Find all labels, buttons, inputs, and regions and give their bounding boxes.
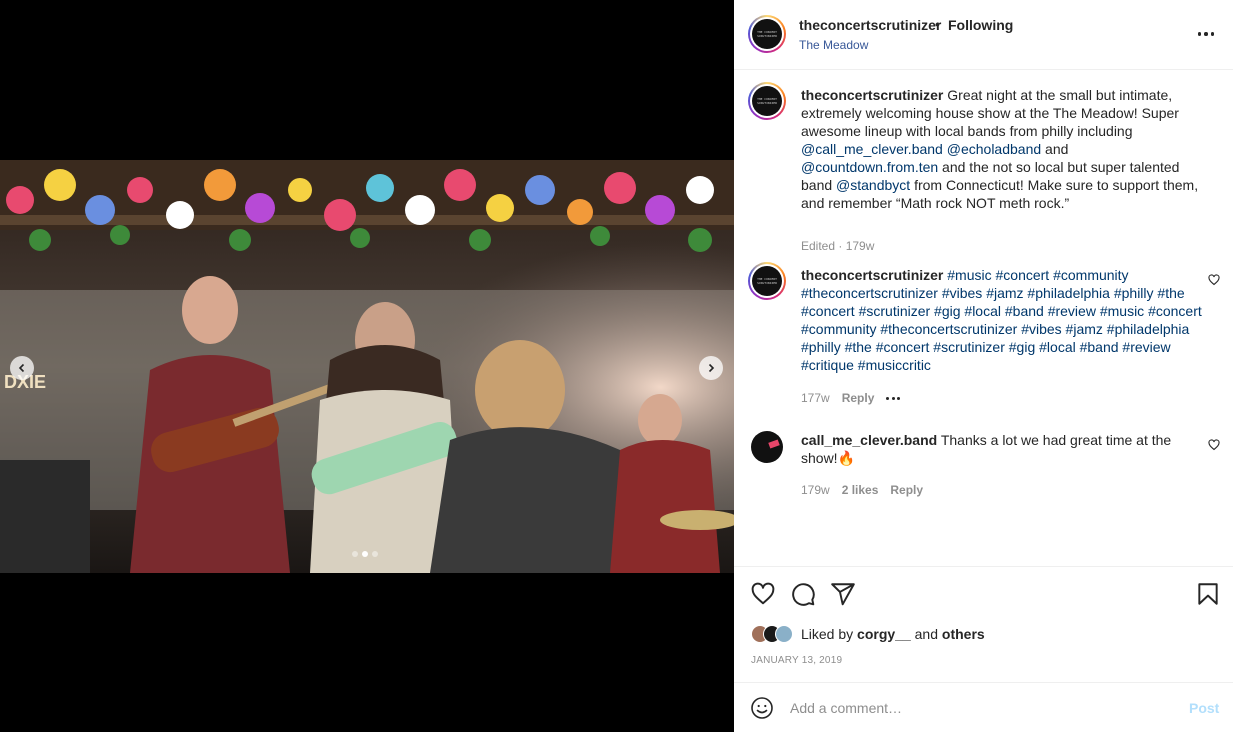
post-photo[interactable]: DXIE — [0, 160, 734, 573]
comment-avatar[interactable] — [751, 431, 783, 463]
more-options-button[interactable] — [1196, 26, 1216, 42]
chevron-left-icon — [18, 363, 25, 373]
carousel-dot — [372, 551, 378, 557]
post-comment-button[interactable]: Post — [1189, 700, 1219, 716]
next-photo-button[interactable] — [699, 356, 723, 380]
comment-item: THE CONCERT SCRUTINIZER theconcertscruti… — [734, 262, 1233, 412]
comment-text: theconcertscrutinizer #music #concert #c… — [801, 266, 1209, 374]
likes-others-link[interactable]: others — [942, 626, 985, 642]
caption-meta: Edited · 179w — [801, 239, 875, 253]
mention-link[interactable]: @call_me_clever.band — [801, 141, 943, 157]
carousel-dot-active — [362, 551, 368, 557]
media-pane: DXIE — [0, 0, 734, 732]
liker-username[interactable]: corgy__ — [857, 626, 911, 642]
reply-button[interactable]: Reply — [890, 483, 923, 497]
comment-username[interactable]: call_me_clever.band — [801, 432, 937, 448]
post-header: THE CONCERT SCRUTINIZER theconcertscruti… — [734, 0, 1233, 70]
like-comment-heart-icon[interactable] — [1208, 274, 1220, 286]
liked-by-text: Liked by corgy__ and others — [801, 626, 985, 642]
carousel-dot — [352, 551, 358, 557]
liked-by: Liked by corgy__ and others — [751, 624, 985, 644]
reply-button[interactable]: Reply — [842, 391, 875, 405]
comment-username[interactable]: theconcertscrutinizer — [801, 267, 943, 283]
previous-photo-button[interactable] — [10, 356, 34, 380]
location-link[interactable]: The Meadow — [799, 38, 868, 52]
post-side-panel: THE CONCERT SCRUTINIZER theconcertscruti… — [734, 0, 1233, 732]
post-actions: Liked by corgy__ and others JANUARY 13, … — [734, 566, 1233, 682]
comments-section: THE CONCERT SCRUTINIZER theconcertscruti… — [734, 70, 1233, 566]
chevron-right-icon — [708, 363, 715, 373]
comment-likes[interactable]: 2 likes — [842, 483, 879, 497]
post-date[interactable]: JANUARY 13, 2019 — [751, 655, 842, 666]
share-icon[interactable] — [830, 581, 856, 607]
comment-icon[interactable] — [790, 581, 816, 607]
mention-link[interactable]: @echoladband — [947, 141, 1041, 157]
comment-text: call_me_clever.band Thanks a lot we had … — [801, 432, 1172, 466]
avatar-logo-text: THE CONCERT SCRUTINIZER — [757, 30, 777, 38]
header-username[interactable]: theconcertscrutinizer — [799, 17, 941, 33]
liker-avatar[interactable] — [775, 625, 793, 643]
caption-username[interactable]: theconcertscrutinizer — [801, 87, 943, 103]
comment-meta: 177w Reply — [801, 391, 901, 405]
emoji-icon[interactable] — [750, 696, 774, 720]
mention-link[interactable]: @countdown.from.ten — [801, 159, 938, 175]
bookmark-icon[interactable] — [1195, 581, 1221, 607]
comment-item: call_me_clever.band Thanks a lot we had … — [734, 430, 1233, 500]
comment-avatar[interactable]: THE CONCERT SCRUTINIZER — [748, 262, 786, 300]
avatar[interactable]: THE CONCERT SCRUTINIZER — [748, 15, 786, 53]
caption-text: theconcertscrutinizer Great night at the… — [801, 87, 1199, 211]
carousel-indicator — [352, 551, 378, 557]
caption-avatar[interactable]: THE CONCERT SCRUTINIZER — [748, 82, 786, 120]
add-comment-bar: Post — [734, 682, 1233, 732]
caption: THE CONCERT SCRUTINIZER theconcertscruti… — [734, 82, 1233, 253]
like-comment-heart-icon[interactable] — [1208, 439, 1220, 451]
comment-input[interactable] — [790, 698, 1170, 718]
following-button[interactable]: Following — [948, 17, 1013, 33]
heart-icon[interactable] — [750, 581, 776, 607]
comment-options-icon[interactable] — [886, 396, 901, 400]
header-separator: • — [935, 16, 940, 32]
mention-link[interactable]: @standbyct — [836, 177, 910, 193]
more-icon — [1197, 32, 1202, 36]
comment-meta: 179w 2 likes Reply — [801, 483, 924, 497]
